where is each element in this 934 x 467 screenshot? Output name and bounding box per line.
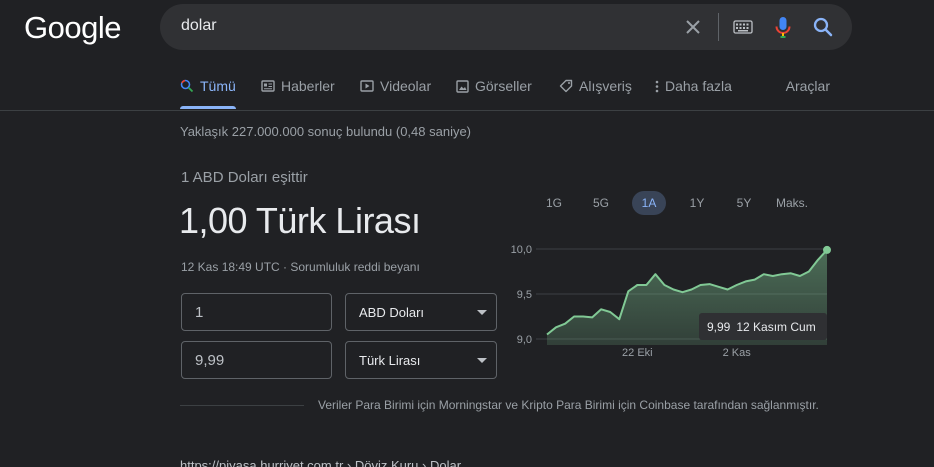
tab-images[interactable]: Görseller bbox=[456, 78, 532, 94]
active-tab-indicator bbox=[180, 106, 236, 109]
tab-shopping[interactable]: Alışveriş bbox=[559, 78, 632, 94]
search-icon bbox=[180, 79, 194, 93]
y-tick-label: 10,0 bbox=[511, 244, 532, 256]
tab-label: Tümü bbox=[200, 78, 236, 94]
search-icon[interactable] bbox=[813, 17, 833, 37]
y-tick-label: 9,5 bbox=[517, 289, 532, 301]
news-icon bbox=[261, 80, 275, 92]
tab-label: Videolar bbox=[380, 78, 432, 94]
range-1a[interactable]: 1A bbox=[632, 191, 666, 215]
chart-tooltip: 9,99 12 Kasım Cum bbox=[699, 313, 827, 340]
image-icon bbox=[456, 79, 469, 93]
to-amount-value: 9,99 bbox=[195, 352, 225, 369]
range-5g[interactable]: 5G bbox=[583, 191, 619, 215]
clear-icon[interactable] bbox=[685, 19, 701, 35]
range-1g[interactable]: 1G bbox=[536, 191, 572, 215]
tab-more[interactable]: Daha fazla bbox=[655, 78, 732, 94]
to-currency-value: Türk Lirası bbox=[359, 353, 421, 368]
dropdown-arrow-icon bbox=[477, 358, 487, 363]
dropdown-arrow-icon bbox=[477, 310, 487, 315]
to-amount-field[interactable]: 9,99 bbox=[181, 341, 332, 379]
microphone-icon[interactable] bbox=[774, 16, 792, 40]
google-logo[interactable]: Google bbox=[24, 10, 121, 46]
data-attribution: Veriler Para Birimi için Morningstar ve … bbox=[318, 398, 819, 412]
tab-label: Daha fazla bbox=[665, 78, 732, 94]
conversion-timestamp: 12 Kas 18:49 UTC · Sorumluluk reddi beya… bbox=[181, 260, 420, 274]
to-currency-select[interactable]: Türk Lirası bbox=[345, 341, 497, 379]
exchange-rate-chart[interactable]: 10,0 9,5 9,0 22 Eki 2 Kas bbox=[506, 236, 836, 360]
tools-button[interactable]: Araçlar bbox=[786, 78, 830, 94]
tab-news[interactable]: Haberler bbox=[261, 78, 335, 94]
search-input[interactable]: dolar bbox=[181, 17, 217, 35]
conversion-result: 1,00 Türk Lirası bbox=[179, 200, 421, 241]
from-currency-value: ABD Doları bbox=[359, 305, 425, 320]
search-divider bbox=[718, 13, 719, 41]
tab-videos[interactable]: Videolar bbox=[360, 78, 431, 94]
tag-icon bbox=[559, 79, 573, 93]
tab-label: Haberler bbox=[281, 78, 335, 94]
search-box[interactable]: dolar bbox=[160, 4, 852, 50]
next-result-url[interactable]: https://piyasa.hurriyet.com.tr › Döviz K… bbox=[180, 458, 461, 467]
conversion-equals-text: 1 ABD Doları eşittir bbox=[181, 169, 308, 186]
more-vert-icon bbox=[655, 80, 659, 92]
video-icon bbox=[360, 80, 374, 92]
from-amount-value: 1 bbox=[195, 304, 204, 321]
attribution-divider bbox=[180, 405, 304, 406]
tab-all[interactable]: Tümü bbox=[180, 78, 236, 94]
tab-label: Alışveriş bbox=[579, 78, 632, 94]
from-currency-select[interactable]: ABD Doları bbox=[345, 293, 497, 331]
keyboard-icon[interactable] bbox=[733, 20, 753, 34]
x-tick-label: 22 Eki bbox=[622, 347, 653, 359]
range-maks[interactable]: Maks. bbox=[768, 191, 816, 215]
result-stats: Yaklaşık 227.000.000 sonuç bulundu (0,48… bbox=[180, 124, 472, 139]
tab-label: Görseller bbox=[475, 78, 532, 94]
tooltip-value: 9,99 bbox=[707, 319, 731, 334]
range-1y[interactable]: 1Y bbox=[680, 191, 714, 215]
search-tabs: Tümü Haberler Videolar Görseller Alışver… bbox=[0, 64, 934, 111]
y-tick-label: 9,0 bbox=[517, 334, 532, 346]
from-amount-field[interactable]: 1 bbox=[181, 293, 332, 331]
range-5y[interactable]: 5Y bbox=[727, 191, 761, 215]
chart-current-point bbox=[823, 245, 831, 254]
x-tick-label: 2 Kas bbox=[723, 347, 752, 359]
tooltip-date: 12 Kasım Cum bbox=[736, 319, 816, 334]
